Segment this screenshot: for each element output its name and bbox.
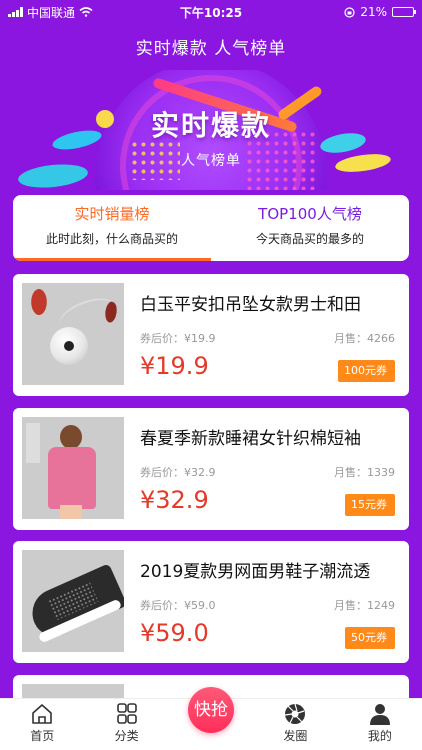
product-price: ¥59.0 bbox=[140, 619, 209, 647]
home-icon bbox=[30, 703, 54, 725]
status-time: 下午10:25 bbox=[179, 5, 243, 20]
coupon-price-label: 券后价：¥19.9 bbox=[140, 332, 216, 345]
battery-percent: 21% bbox=[360, 5, 387, 19]
carrier-label: 中国联通 bbox=[27, 5, 76, 20]
tab-title: TOP100人气榜 bbox=[258, 205, 362, 223]
product-card[interactable]: 春夏季新款睡裙女针织棉短袖 券后价：¥32.9 月售：1339 ¥32.9 15… bbox=[13, 408, 409, 530]
product-name: 2019夏款男网面男鞋子潮流透 bbox=[140, 562, 371, 582]
grid-icon bbox=[115, 703, 139, 725]
status-bar: 中国联通 下午10:25 21% bbox=[0, 0, 422, 24]
coupon-price-label: 券后价：¥32.9 bbox=[140, 466, 216, 479]
coupon-badge[interactable]: 15元券 bbox=[345, 494, 399, 516]
tabbar-item-category[interactable]: 分类 bbox=[84, 699, 168, 750]
tab-title: 实时销量榜 bbox=[74, 205, 150, 223]
tabbar-item-moments[interactable]: 发圈 bbox=[253, 699, 337, 750]
tabbar-item-flash[interactable]: 快抢 bbox=[169, 687, 253, 750]
tabbar-item-profile[interactable]: 我的 bbox=[338, 699, 422, 750]
tabbar-label: 首页 bbox=[30, 729, 55, 743]
monthly-sales: 月售：4266 bbox=[334, 332, 395, 345]
product-image bbox=[22, 283, 124, 385]
product-image bbox=[22, 417, 124, 519]
product-image bbox=[22, 550, 124, 652]
product-card[interactable]: 2019夏款男网面男鞋子潮流透 券后价：¥59.0 月售：1249 ¥59.0 … bbox=[13, 541, 409, 663]
coupon-badge[interactable]: 100元券 bbox=[338, 360, 399, 382]
product-card[interactable]: 白玉平安扣吊坠女款男士和田 券后价：¥19.9 月售：4266 ¥19.9 10… bbox=[13, 274, 409, 396]
tab-top100[interactable]: TOP100人气榜 今天商品买的最多的 bbox=[211, 195, 409, 261]
bottom-tab-bar: 首页 分类 快抢 发圈 我的 bbox=[0, 687, 422, 750]
aperture-icon bbox=[283, 703, 307, 725]
coupon-price-label: 券后价：¥59.0 bbox=[140, 599, 216, 612]
tab-subtitle: 此时此刻，什么商品买的 bbox=[45, 232, 178, 246]
battery-icon bbox=[392, 7, 416, 17]
page-title: 实时爆款 人气榜单 bbox=[135, 39, 287, 59]
tabbar-label: 发圈 bbox=[283, 729, 308, 743]
ranking-tabs: 实时销量榜 此时此刻，什么商品买的 TOP100人气榜 今天商品买的最多的 bbox=[13, 195, 409, 261]
tabbar-label: 分类 bbox=[114, 729, 139, 743]
product-name: 春夏季新款睡裙女针织棉短袖 bbox=[140, 429, 361, 449]
user-icon bbox=[368, 703, 392, 725]
active-tab-indicator bbox=[13, 258, 211, 261]
hero-banner: 实时爆款 人气榜单 bbox=[0, 70, 422, 190]
coupon-badge[interactable]: 50元券 bbox=[345, 627, 399, 649]
banner-subtitle: 人气榜单 bbox=[181, 153, 241, 169]
monthly-sales: 月售：1249 bbox=[334, 599, 395, 612]
product-price: ¥32.9 bbox=[140, 486, 209, 514]
tabbar-label: 我的 bbox=[367, 729, 392, 743]
monthly-sales: 月售：1339 bbox=[334, 466, 395, 479]
flash-sale-button[interactable]: 快抢 bbox=[188, 687, 235, 733]
tab-subtitle: 今天商品买的最多的 bbox=[255, 232, 364, 246]
tab-realtime-sales[interactable]: 实时销量榜 此时此刻，什么商品买的 bbox=[13, 195, 211, 261]
product-price: ¥19.9 bbox=[140, 352, 209, 380]
signal-icon bbox=[8, 7, 23, 17]
orientation-lock-icon bbox=[344, 6, 355, 18]
product-name: 白玉平安扣吊坠女款男士和田 bbox=[140, 295, 361, 315]
tabbar-item-home[interactable]: 首页 bbox=[0, 699, 84, 750]
banner-title: 实时爆款 bbox=[150, 109, 271, 142]
wifi-icon bbox=[79, 7, 93, 17]
